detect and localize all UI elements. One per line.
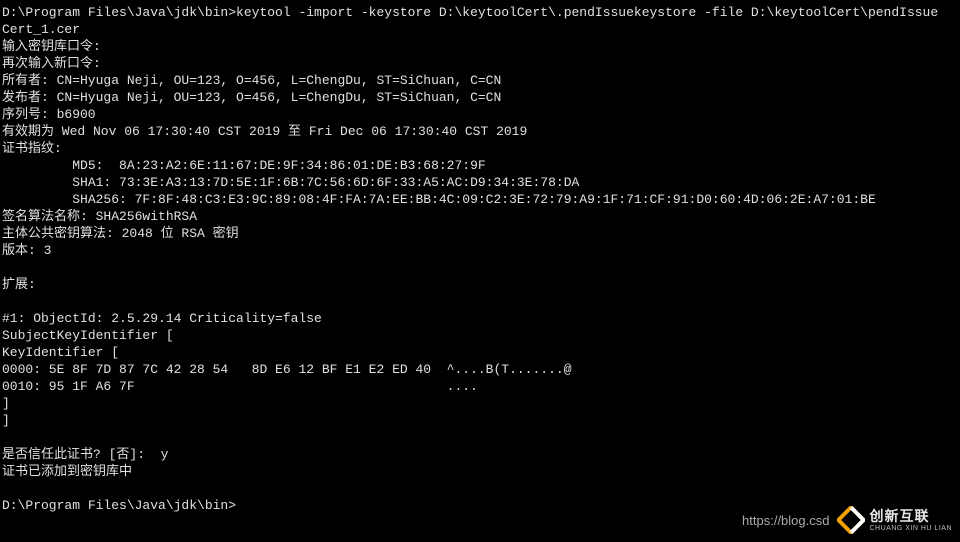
terminal-line: SHA1: 73:3E:A3:13:7D:5E:1F:6B:7C:56:6D:6… <box>2 174 958 191</box>
terminal-line: SHA256: 7F:8F:48:C3:E3:9C:89:08:4F:FA:7A… <box>2 191 958 208</box>
terminal-line: 版本: 3 <box>2 242 958 259</box>
terminal-line: 证书已添加到密钥库中 <box>2 463 958 480</box>
terminal-line: ] <box>2 412 958 429</box>
terminal-line: 有效期为 Wed Nov 06 17:30:40 CST 2019 至 Fri … <box>2 123 958 140</box>
terminal-line: #1: ObjectId: 2.5.29.14 Criticality=fals… <box>2 310 958 327</box>
terminal-line <box>2 429 958 446</box>
terminal-line: 0000: 5E 8F 7D 87 7C 42 28 54 8D E6 12 B… <box>2 361 958 378</box>
watermark-url: https://blog.csd <box>742 512 829 529</box>
terminal-line: 发布者: CN=Hyuga Neji, OU=123, O=456, L=Che… <box>2 89 958 106</box>
terminal-line <box>2 293 958 310</box>
watermark: https://blog.csd 创新互联 CHUANG XIN HU LIAN <box>742 506 952 534</box>
terminal-line <box>2 259 958 276</box>
watermark-brand-cn: 创新互联 <box>869 509 952 523</box>
terminal-line: 扩展: <box>2 276 958 293</box>
terminal-line: SubjectKeyIdentifier [ <box>2 327 958 344</box>
terminal-line <box>2 480 958 497</box>
terminal-line: 签名算法名称: SHA256withRSA <box>2 208 958 225</box>
terminal-line: 0010: 95 1F A6 7F .... <box>2 378 958 395</box>
terminal-line: Cert_1.cer <box>2 21 958 38</box>
terminal-line: 再次输入新口令: <box>2 55 958 72</box>
terminal-line: 所有者: CN=Hyuga Neji, OU=123, O=456, L=Che… <box>2 72 958 89</box>
terminal-line: ] <box>2 395 958 412</box>
terminal-line: 是否信任此证书? [否]: y <box>2 446 958 463</box>
watermark-logo: 创新互联 CHUANG XIN HU LIAN <box>837 506 952 534</box>
terminal-line: 主体公共密钥算法: 2048 位 RSA 密钥 <box>2 225 958 242</box>
terminal-line: D:\Program Files\Java\jdk\bin>keytool -i… <box>2 4 958 21</box>
terminal-line: 证书指纹: <box>2 140 958 157</box>
terminal-line: 序列号: b6900 <box>2 106 958 123</box>
terminal-line: KeyIdentifier [ <box>2 344 958 361</box>
terminal-line: 输入密钥库口令: <box>2 38 958 55</box>
watermark-brand-en: CHUANG XIN HU LIAN <box>869 525 952 532</box>
logo-icon <box>837 506 865 534</box>
terminal-line: MD5: 8A:23:A2:6E:11:67:DE:9F:34:86:01:DE… <box>2 157 958 174</box>
terminal-output[interactable]: D:\Program Files\Java\jdk\bin>keytool -i… <box>0 0 960 516</box>
